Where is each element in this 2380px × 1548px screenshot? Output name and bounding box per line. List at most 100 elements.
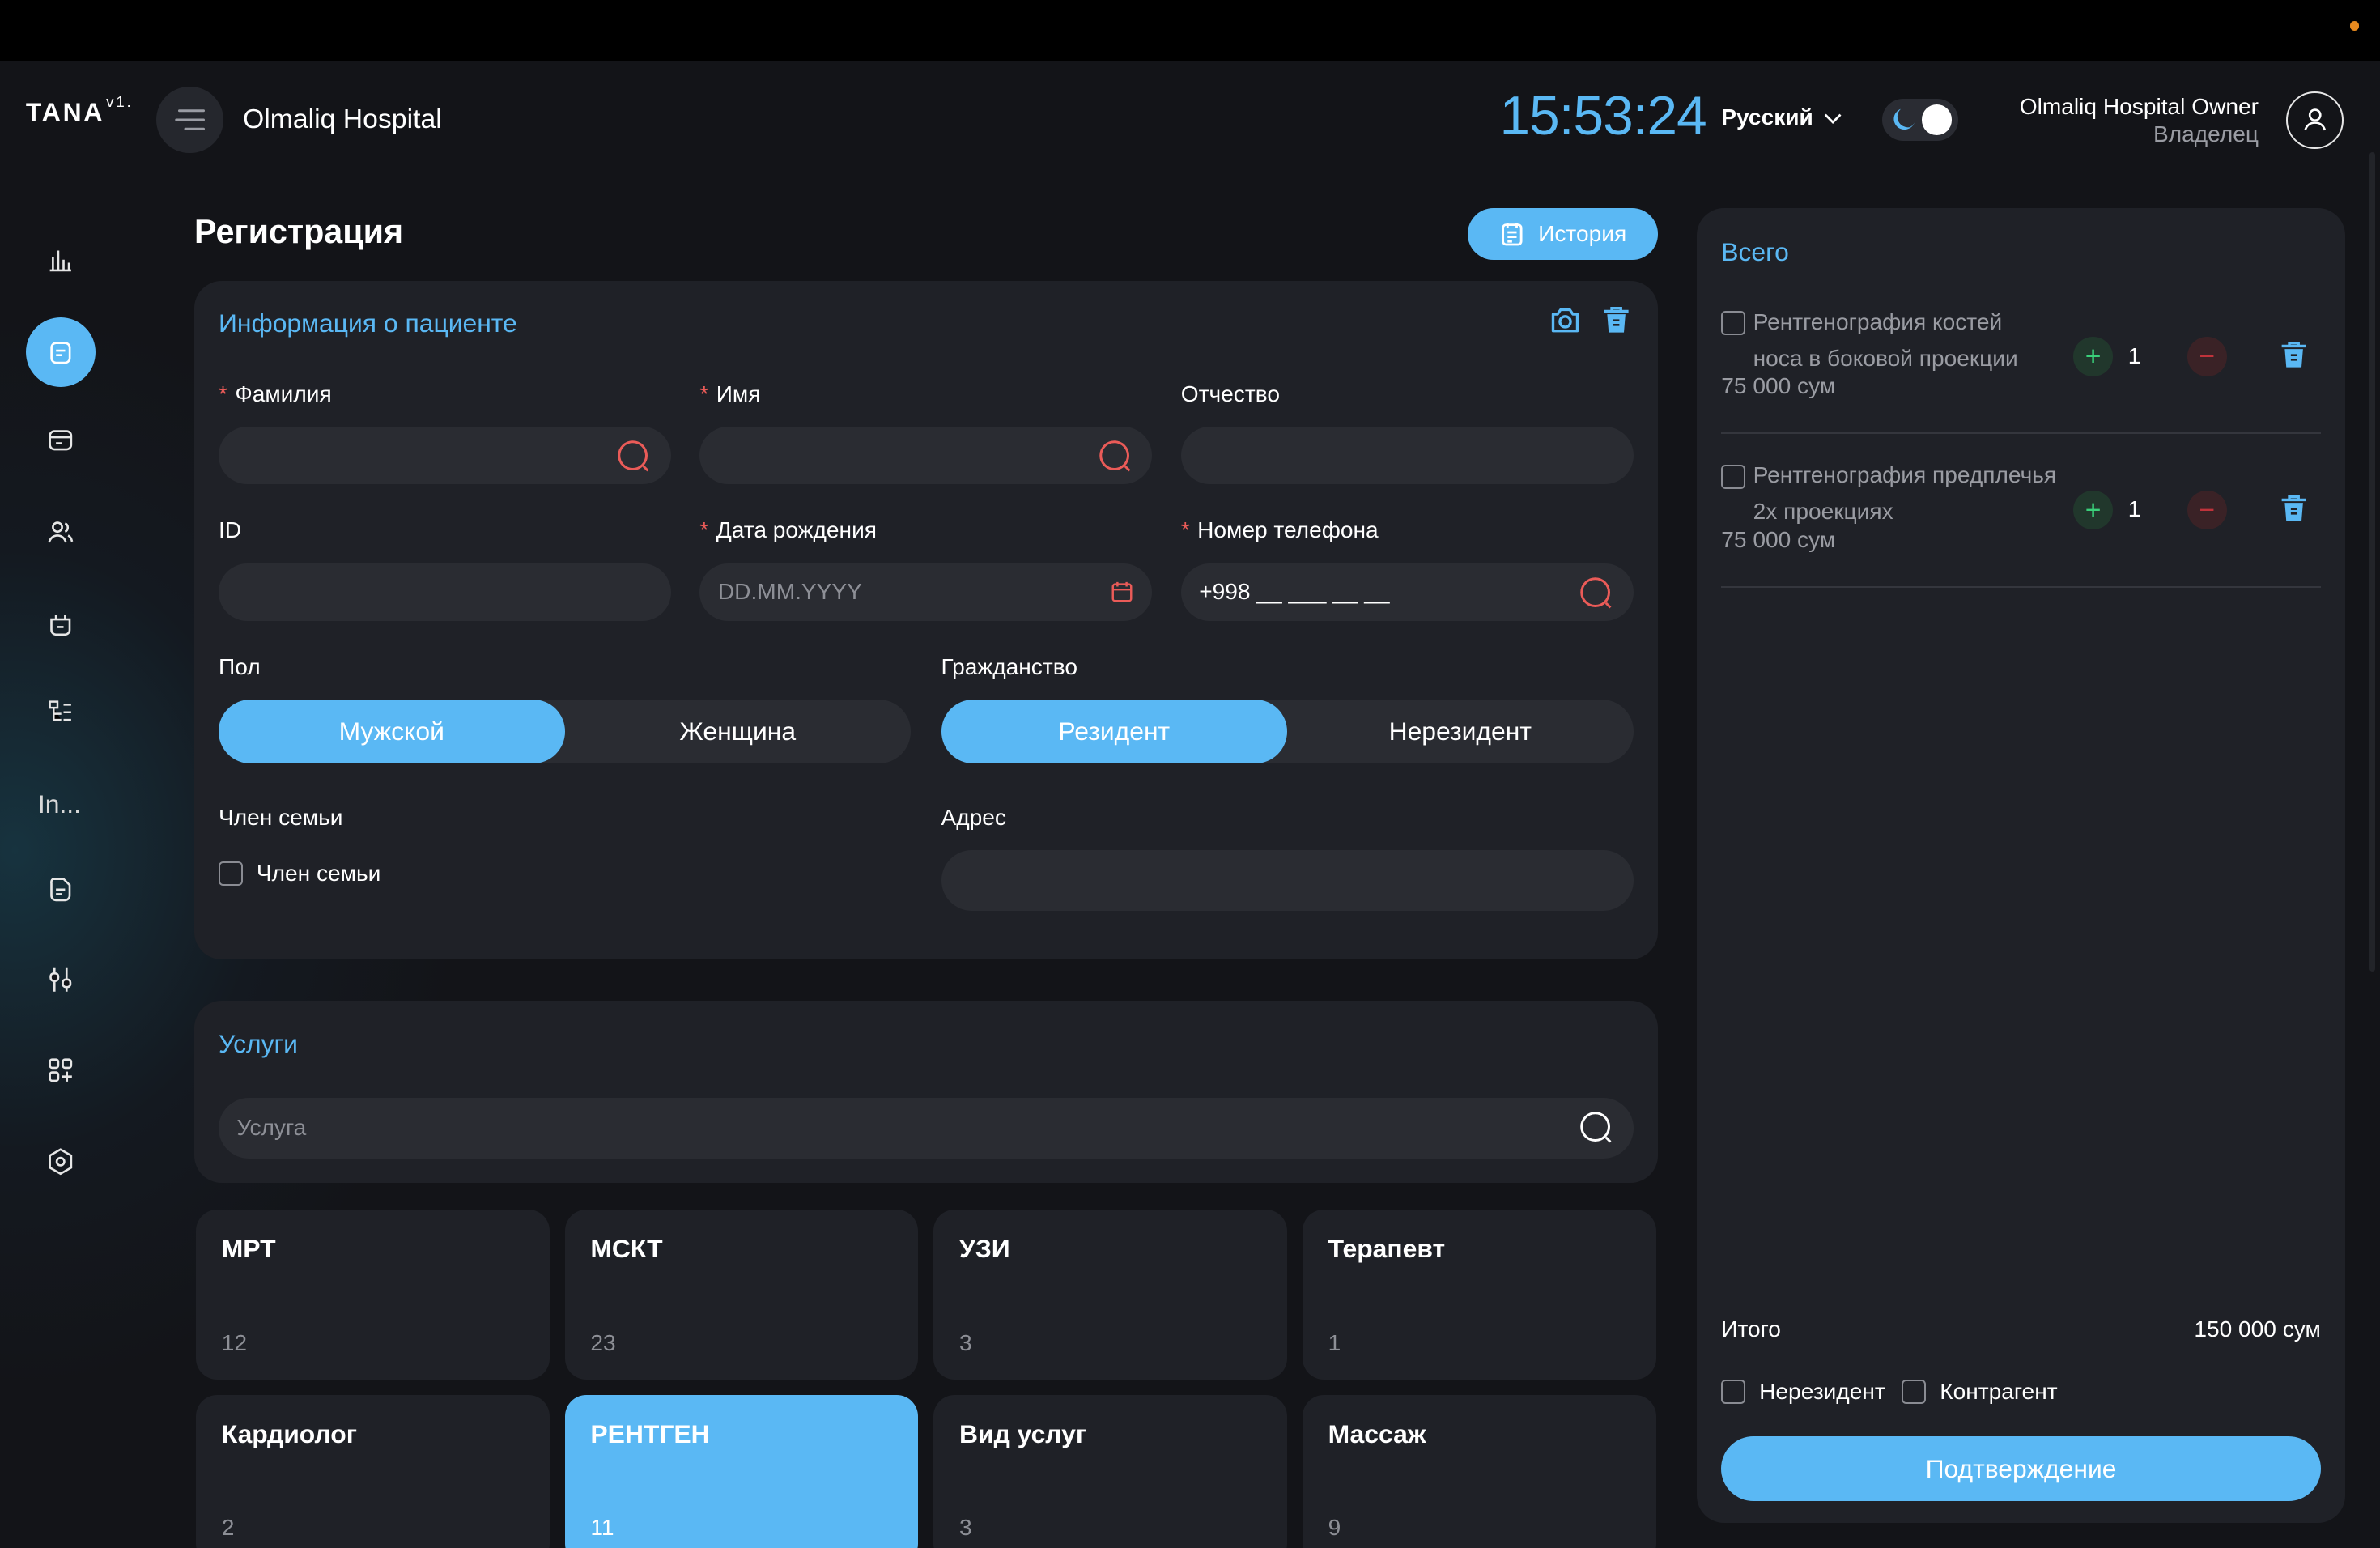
confirm-button[interactable]: Подтверждение [1721, 1435, 2321, 1502]
gender-male-button[interactable]: Мужской [219, 700, 565, 764]
users-icon [48, 521, 74, 542]
sidebar-item-settings[interactable] [26, 1126, 96, 1196]
service-category-tile[interactable]: Терапевт 1 [1302, 1210, 1656, 1380]
nonresident-checkbox[interactable]: Нерезидент [1721, 1379, 1885, 1405]
sidebar-item-structure[interactable] [26, 677, 96, 746]
citizenship-label: Гражданство [941, 654, 1077, 680]
app-logo[interactable]: TANA v1. [26, 93, 134, 127]
contractor-checkbox-box[interactable] [1902, 1379, 1927, 1404]
phone-value: +998 __ ___ __ __ [1199, 579, 1390, 605]
phone-input[interactable]: +998 __ ___ __ __ [1180, 563, 1634, 621]
cart-item-name-line2: носа в боковой проекции [1753, 346, 2018, 371]
document-icon [50, 878, 71, 902]
history-button[interactable]: История [1468, 207, 1658, 260]
citizenship-nonresident-button[interactable]: Нерезидент [1287, 700, 1634, 763]
gender-female-button[interactable]: Женщина [565, 700, 912, 763]
user-icon [2303, 108, 2326, 131]
service-category-tile[interactable]: Кардиолог 2 [195, 1395, 550, 1548]
surname-label-text: Фамилия [235, 381, 332, 406]
search-icon[interactable] [1579, 1110, 1615, 1146]
service-category-tile[interactable]: Массаж 9 [1302, 1395, 1656, 1548]
service-search-input[interactable]: Услуга [219, 1097, 1634, 1159]
id-input[interactable] [219, 563, 671, 621]
service-category-tile[interactable]: МСКТ 23 [564, 1210, 919, 1380]
cart-item-checkbox[interactable] [1721, 311, 1746, 336]
avatar[interactable] [2285, 91, 2344, 149]
family-checkbox[interactable]: Член семьи [219, 861, 380, 887]
user-role: Владелец [2153, 121, 2259, 147]
search-icon[interactable] [1098, 439, 1134, 475]
tile-count: 3 [959, 1329, 972, 1355]
dob-input[interactable]: DD.MM.YYYY [699, 563, 1153, 621]
cart-item-price: 75 000 сум [1721, 373, 1836, 399]
sidebar-item-filters[interactable] [26, 944, 96, 1014]
app-root: TANA v1. Olmaliq Hospital 15:53:24 Русски… [0, 0, 2380, 1548]
tile-name: Терапевт [1328, 1234, 1446, 1264]
quantity-decrease-button[interactable]: − [2187, 337, 2227, 376]
quantity-increase-button[interactable]: + [2073, 490, 2113, 530]
status-dot [2349, 21, 2359, 31]
sidebar-item-apps[interactable] [26, 1036, 96, 1105]
structure-icon [49, 700, 72, 721]
menu-toggle-button[interactable] [156, 86, 223, 154]
calendar-edit-icon [49, 430, 73, 451]
sidebar-item-doctors[interactable] [26, 588, 96, 657]
camera-icon[interactable] [1547, 302, 1583, 338]
address-input[interactable] [941, 850, 1634, 911]
sidebar-item-statistics[interactable] [26, 225, 96, 295]
contractor-label: Контрагент [1940, 1378, 2058, 1404]
cart-item-checkbox[interactable] [1721, 464, 1746, 489]
patronymic-input[interactable] [1180, 426, 1634, 485]
contractor-checkbox[interactable]: Контрагент [1902, 1378, 2058, 1405]
sidebar-item-appointments[interactable] [26, 406, 96, 475]
cart-title: Всего [1721, 236, 1789, 266]
registration-icon [50, 342, 71, 364]
surname-input[interactable] [219, 426, 671, 485]
history-icon [1502, 223, 1523, 246]
service-category-tile[interactable]: МРТ 12 [195, 1210, 550, 1380]
cart-item-name: Рентгенография предплечья 2х проекциях [1753, 457, 2057, 529]
trash-icon[interactable] [2277, 338, 2310, 372]
quantity-increase-button[interactable]: + [2073, 337, 2113, 376]
cart-item-name-line2: 2х проекциях [1753, 499, 1893, 525]
search-icon[interactable] [616, 439, 652, 475]
language-label: Русский [1721, 104, 1813, 130]
family-label: Член семьи [219, 804, 343, 830]
phone-label: * Номер телефона [1180, 517, 1379, 543]
clock: 15:53:24 [1499, 86, 1707, 147]
search-icon[interactable] [1579, 576, 1615, 612]
sidebar-item-patients[interactable] [26, 496, 96, 566]
nonresident-checkbox-box[interactable] [1721, 1379, 1746, 1404]
name-label-text: Имя [716, 381, 761, 406]
tile-name: МСКТ [590, 1234, 663, 1264]
quantity-decrease-button[interactable]: − [2187, 490, 2227, 530]
gender-label: Пол [219, 654, 261, 680]
hexagon-settings-icon [49, 1147, 73, 1175]
dob-label-text: Дата рождения [716, 517, 877, 543]
language-select[interactable]: Русский [1721, 104, 1843, 130]
service-category-tile[interactable]: УЗИ 3 [933, 1210, 1287, 1380]
hospital-name: Olmaliq Hospital [243, 103, 442, 134]
cart-item-quantity: 1 [2127, 496, 2141, 522]
trash-icon[interactable] [2277, 492, 2310, 525]
total-value: 150 000 сум [2194, 1316, 2321, 1342]
calendar-icon[interactable] [1110, 580, 1134, 604]
service-category-tile[interactable]: Вид услуг 3 [933, 1395, 1287, 1548]
sidebar-item-in[interactable]: In... [38, 789, 81, 819]
cart-item-quantity: 1 [2127, 342, 2141, 368]
theme-toggle[interactable] [1882, 98, 1958, 142]
phone-label-text: Номер телефона [1197, 517, 1379, 543]
name-input[interactable] [699, 426, 1153, 485]
cart-divider [1721, 432, 2321, 435]
family-checkbox-box[interactable] [219, 861, 243, 887]
citizenship-resident-button[interactable]: Резидент [941, 700, 1287, 764]
sidebar-item-documents[interactable] [26, 855, 96, 925]
service-category-tile-selected[interactable]: РЕНТГЕН 11 [564, 1395, 919, 1548]
cart-item-name-line1: Рентгенография костей [1753, 309, 2003, 334]
scrollbar[interactable] [2369, 151, 2376, 972]
moon-icon [1893, 109, 1915, 130]
tile-count: 23 [590, 1329, 616, 1355]
address-label: Адрес [941, 804, 1006, 830]
trash-icon[interactable] [1600, 304, 1633, 337]
sidebar-item-registration[interactable] [25, 317, 96, 388]
